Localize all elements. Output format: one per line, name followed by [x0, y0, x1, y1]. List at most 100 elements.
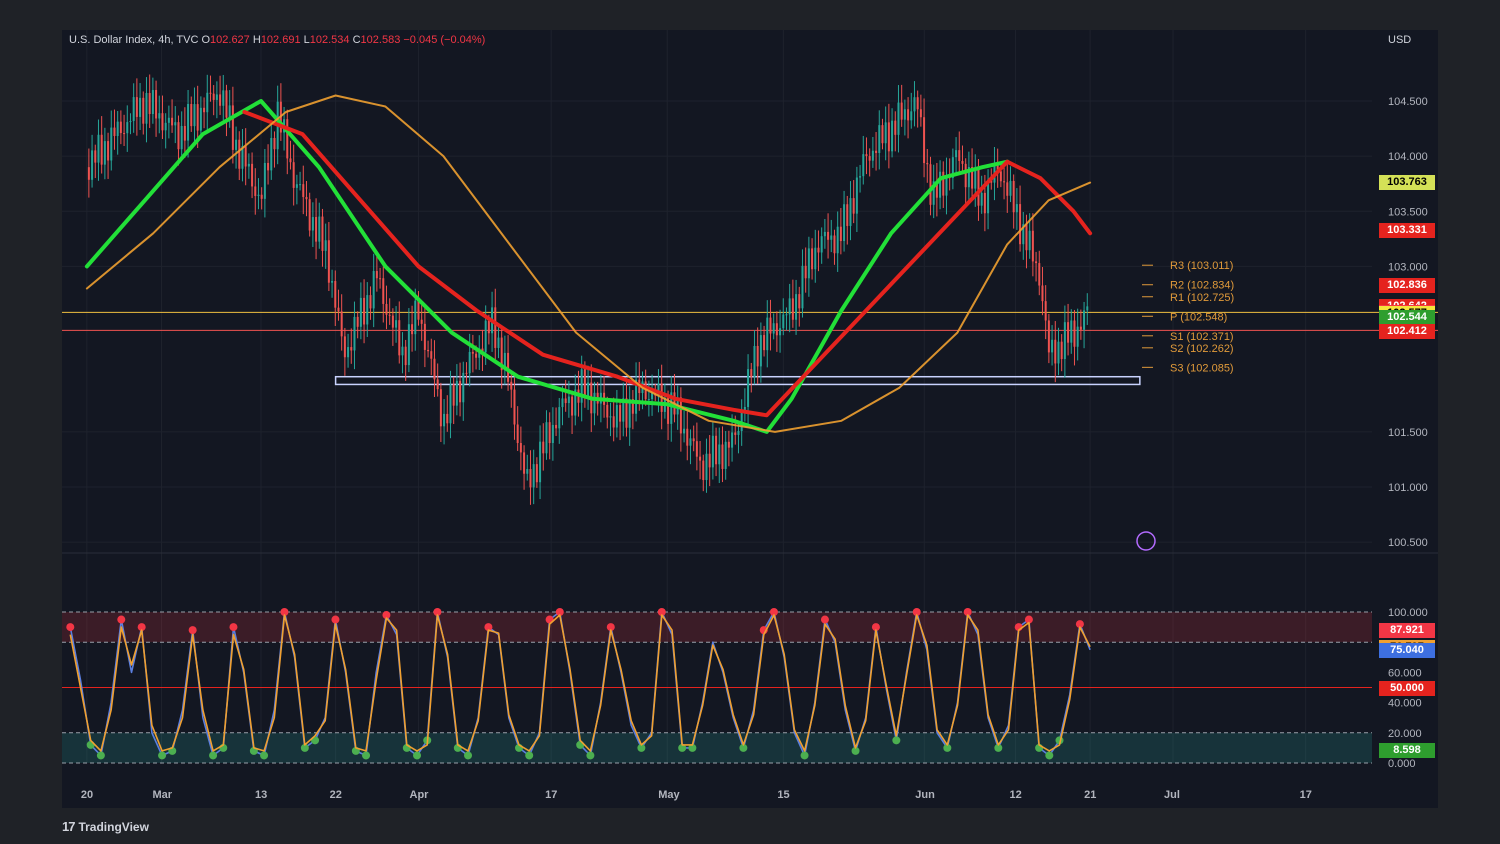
candle-body: [433, 358, 436, 380]
candle-body: [1041, 285, 1044, 302]
candle-body: [164, 122, 167, 131]
tradingview-brand[interactable]: 17 TradingView: [62, 819, 149, 834]
candle-body: [190, 103, 193, 127]
brand-label: TradingView: [78, 820, 149, 834]
candle-body: [734, 432, 737, 435]
candle-body: [910, 111, 913, 121]
candle-body: [174, 122, 177, 126]
oversold-dot: [413, 751, 422, 760]
candle-body: [151, 90, 154, 115]
candle-body: [1067, 322, 1070, 343]
candle-body: [695, 441, 698, 457]
price-axis-tick: 104.500: [1388, 96, 1428, 108]
candle-body: [251, 163, 254, 187]
candle-body: [785, 314, 788, 316]
candle-body: [753, 345, 756, 377]
candle-body: [446, 413, 449, 424]
time-axis-tick: Jul: [1164, 789, 1180, 801]
chart-frame: 104.500 104.000 103.500 103.000 101.500 101.0…: [62, 30, 1438, 808]
candle-body: [167, 117, 170, 123]
candle-body: [135, 97, 138, 117]
candle-body: [391, 315, 394, 328]
candle-body: [513, 389, 516, 425]
pivot-level-label: S1 (102.371): [1170, 331, 1234, 343]
candle-body: [212, 93, 215, 100]
candle-body: [113, 127, 116, 137]
candle-body: [395, 320, 398, 328]
close-label: C: [352, 34, 361, 46]
candle-body: [775, 323, 778, 336]
candle-body: [919, 109, 922, 118]
candle-body: [420, 319, 423, 324]
change-value: −0.045 (−0.04%): [403, 34, 486, 46]
candle-body: [571, 396, 574, 416]
candle-body: [836, 226, 839, 254]
candle-body: [551, 424, 554, 444]
candle-body: [267, 162, 270, 171]
alert-lightning-icon[interactable]: [1136, 531, 1156, 551]
symbol-title[interactable]: U.S. Dollar Index, 4h, TVC: [69, 34, 198, 46]
pivot-level-label: R2 (102.834): [1170, 280, 1234, 292]
candle-body: [1038, 263, 1041, 286]
candle-body: [567, 396, 570, 404]
candle-body: [228, 105, 231, 118]
candle-body: [180, 125, 183, 150]
candle-body: [1035, 261, 1038, 264]
candle-body: [91, 150, 94, 180]
candle-body: [705, 453, 708, 481]
candle-body: [215, 94, 218, 100]
candle-body: [337, 307, 340, 312]
time-axis-tick: 22: [330, 789, 342, 801]
candle-body: [833, 235, 836, 254]
candle-body: [302, 184, 305, 198]
candle-body: [983, 192, 986, 214]
candle-body: [187, 103, 190, 141]
candle-body: [107, 141, 110, 161]
candle-body: [817, 247, 820, 253]
candle-body: [423, 323, 426, 350]
candle-body: [526, 468, 529, 474]
candle-body: [308, 199, 311, 231]
symbol-header: U.S. Dollar Index, 4h, TVC O102.627 H102…: [69, 34, 485, 46]
candle-body: [679, 397, 682, 434]
candle-body: [916, 97, 919, 110]
candle-body: [407, 324, 410, 366]
oversold-dot: [464, 751, 473, 760]
candle-body: [1070, 320, 1073, 343]
candle-body: [203, 107, 206, 113]
price-axis-tick: 103.000: [1388, 261, 1428, 273]
candle-body: [891, 120, 894, 152]
candle-body: [417, 300, 420, 320]
time-axis-tick: 13: [255, 789, 267, 801]
candle-body: [123, 133, 126, 135]
candle-body: [132, 97, 135, 121]
candle-body: [465, 372, 468, 374]
pivot-level-label: R1 (102.725): [1170, 292, 1234, 304]
candle-body: [398, 320, 401, 356]
candle-body: [119, 121, 122, 134]
candle-body: [804, 265, 807, 279]
candle-body: [382, 278, 385, 304]
candle-body: [103, 141, 106, 165]
candle-body: [612, 416, 615, 428]
pivot-level-label: S3 (102.085): [1170, 362, 1234, 374]
candle-body: [100, 134, 103, 165]
candle-body: [1009, 180, 1012, 196]
candle-body: [366, 295, 369, 325]
price-axis-tick: 103.500: [1388, 206, 1428, 218]
candle-body: [907, 109, 910, 121]
time-axis-tick: 17: [1300, 789, 1312, 801]
candle-body: [1076, 326, 1079, 347]
price-axis-tick: 104.000: [1388, 151, 1428, 163]
candle-body: [455, 380, 458, 406]
candle-body: [980, 192, 983, 206]
candle-body: [110, 127, 113, 161]
candle-body: [859, 176, 862, 178]
chart-canvas[interactable]: 104.500 104.000 103.500 103.000 101.500 101.0…: [62, 30, 1438, 808]
candle-body: [1015, 204, 1018, 213]
oversold-dot: [525, 751, 534, 760]
candle-body: [343, 336, 346, 358]
candle-body: [769, 317, 772, 334]
candle-body: [475, 353, 478, 358]
candle-body: [791, 298, 794, 320]
